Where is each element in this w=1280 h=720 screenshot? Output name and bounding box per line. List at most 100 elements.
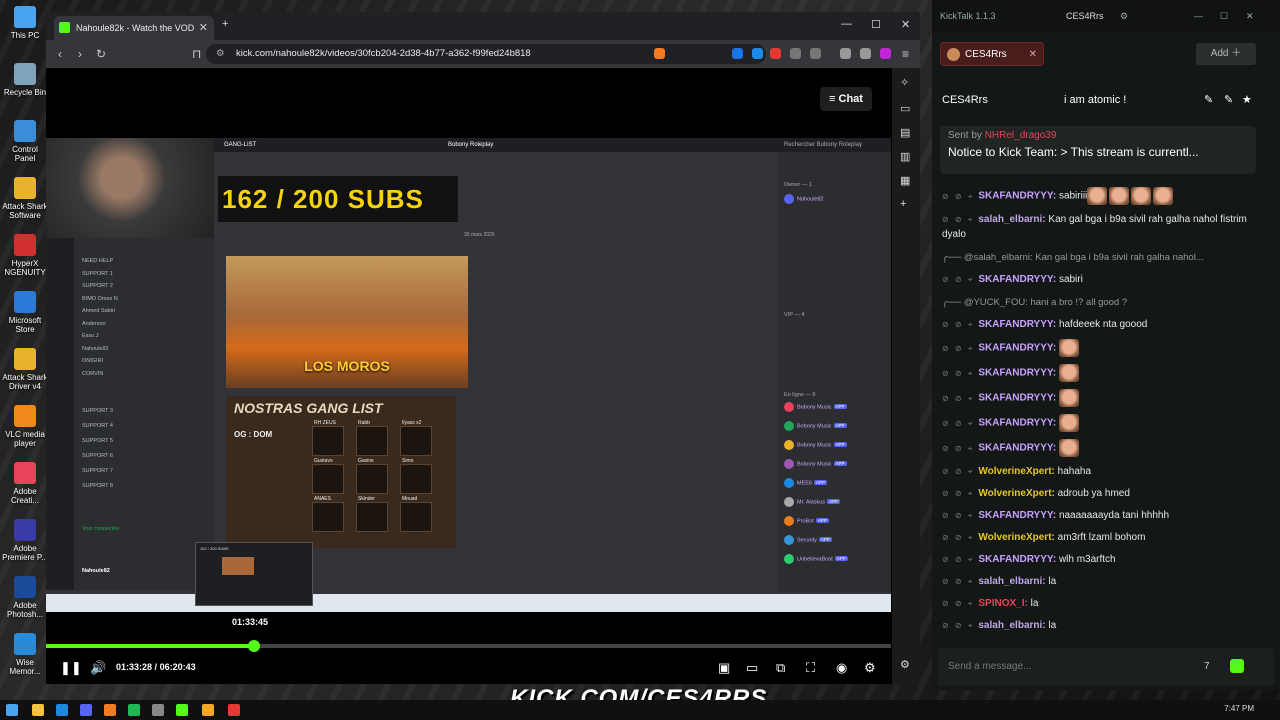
mod-actions-icon[interactable]: ⊘ ⊘ ⌖ — [942, 621, 974, 630]
puzzle-icon[interactable] — [790, 48, 801, 59]
fullscreen-icon[interactable]: ⛶ — [806, 660, 815, 676]
chat-username[interactable]: salah_elbarni: — [978, 576, 1045, 587]
progress-bar[interactable] — [46, 640, 891, 652]
desktop-icon[interactable]: HyperX NGENUITY — [2, 234, 48, 277]
mod-actions-icon[interactable]: ⊘ ⊘ ⌖ — [942, 577, 974, 586]
chat-username[interactable]: WolverineXpert: — [978, 466, 1055, 477]
chat-username[interactable]: SKAFANDRYYY: — [978, 510, 1056, 521]
message-input[interactable]: Send a message... 7 — [938, 648, 1274, 686]
media-icon[interactable] — [840, 48, 851, 59]
site-info-icon[interactable]: ⚙ — [216, 44, 225, 64]
profile-icon[interactable] — [880, 48, 891, 59]
video-player[interactable]: GANG-LIST Bobony Roleplay Rechercher Bob… — [46, 138, 891, 612]
mod-actions-icon[interactable]: ⊘ ⊘ ⌖ — [942, 511, 974, 520]
close-button[interactable]: ✕ — [1246, 0, 1254, 32]
app-icon[interactable] — [202, 704, 214, 716]
mod-actions-icon[interactable]: ⊘ ⊘ ⌖ — [942, 320, 974, 329]
channel-tab[interactable]: CES4Rrs ✕ — [940, 42, 1044, 66]
history-icon[interactable]: ▦ — [900, 174, 910, 187]
extension-icon[interactable] — [752, 48, 763, 59]
mod-actions-icon[interactable]: ⊘ ⊘ ⌖ — [942, 419, 974, 428]
spotify-icon[interactable] — [128, 704, 140, 716]
pinned-notice[interactable]: Sent by NHRel_drago39 Notice to Kick Tea… — [940, 126, 1256, 174]
chat-username[interactable]: SKAFANDRYYY: — [978, 554, 1056, 565]
desktop-icon[interactable]: VLC media player — [2, 405, 48, 448]
mod-actions-icon[interactable]: ⊘ ⊘ ⌖ — [942, 533, 974, 542]
back-icon[interactable]: ‹ — [58, 47, 62, 61]
kick-emote-icon[interactable] — [1230, 659, 1244, 673]
close-window-button[interactable]: ✕ — [901, 18, 910, 31]
chat-username[interactable]: salah_elbarni: — [978, 620, 1045, 631]
desktop-icon[interactable]: Adobe Premiere P... — [2, 519, 48, 562]
chat-username[interactable]: SKAFANDRYYY: — [978, 418, 1056, 429]
start-icon[interactable] — [6, 704, 18, 716]
chat-username[interactable]: SKAFANDRYYY: — [978, 319, 1056, 330]
chat-username[interactable]: SKAFANDRYYY: — [978, 393, 1056, 404]
leo-ai-icon[interactable]: ✧ — [900, 76, 909, 89]
desktop-icon[interactable]: This PC — [2, 6, 48, 40]
desktop-icon[interactable]: Adobe Photosh... — [2, 576, 48, 619]
leo-icon[interactable] — [860, 48, 871, 59]
url-field[interactable]: ⚙ kick.com/nahoule82k/videos/30fcb204-2d… — [206, 44, 766, 64]
progress-handle[interactable] — [247, 640, 260, 652]
app-icon[interactable] — [56, 704, 68, 716]
desktop-icon[interactable]: Control Panel — [2, 120, 48, 163]
pin-icon[interactable]: ✎ — [1224, 86, 1233, 114]
pinned-icon[interactable]: ★ — [1242, 86, 1252, 114]
obs-icon[interactable] — [152, 704, 164, 716]
mod-actions-icon[interactable]: ⊘ ⊘ ⌖ — [942, 489, 974, 498]
brave-icon[interactable] — [104, 704, 116, 716]
mod-actions-icon[interactable]: ⊘ ⊘ ⌖ — [942, 344, 974, 353]
browser-tab[interactable]: Nahoule82k - Watch the VOD ✕ — [54, 16, 214, 40]
mod-actions-icon[interactable]: ⊘ ⊘ ⌖ — [942, 444, 974, 453]
speed-icon[interactable]: ◉ — [836, 660, 847, 676]
bookmark-icon[interactable]: ⊓ — [192, 47, 201, 61]
bookmarks-icon[interactable]: ▥ — [900, 150, 910, 163]
mod-actions-icon[interactable]: ⊘ ⊘ ⌖ — [942, 215, 974, 224]
desktop-icon[interactable]: Attack Shark Software — [2, 177, 48, 220]
pin-icon[interactable]: ✎ — [1204, 86, 1213, 114]
mod-actions-icon[interactable]: ⊘ ⊘ ⌖ — [942, 394, 974, 403]
chat-username[interactable]: SPINOX_I: — [978, 598, 1027, 609]
volume-icon[interactable]: 🔊 — [90, 660, 106, 676]
sidebar-icon[interactable] — [810, 48, 821, 59]
settings-icon[interactable]: ⚙ — [1120, 0, 1128, 32]
wallet-icon[interactable]: ▤ — [900, 126, 910, 139]
chat-username[interactable]: WolverineXpert: — [978, 532, 1055, 543]
mod-actions-icon[interactable]: ⊘ ⊘ ⌖ — [942, 555, 974, 564]
add-channel-button[interactable]: Add ＋ — [1196, 43, 1256, 65]
chat-username[interactable]: SKAFANDRYYY: — [978, 191, 1056, 202]
sidebar-settings-icon[interactable]: ⚙ — [900, 658, 910, 671]
theater-icon[interactable]: ▭ — [746, 660, 758, 676]
extension-icon[interactable] — [770, 48, 781, 59]
desktop-icon[interactable]: Microsoft Store — [2, 291, 48, 334]
mod-actions-icon[interactable]: ⊘ ⊘ ⌖ — [942, 275, 974, 284]
settings-gear-icon[interactable]: ⚙ — [864, 660, 876, 676]
new-tab-button[interactable]: + — [222, 18, 228, 30]
extension-icon[interactable] — [732, 48, 743, 59]
chat-username[interactable]: SKAFANDRYYY: — [978, 274, 1056, 285]
forward-icon[interactable]: › — [78, 47, 82, 61]
menu-icon[interactable]: ≡ — [902, 47, 909, 61]
desktop-icon[interactable]: Attack Shark Driver v4 — [2, 348, 48, 391]
chat-username[interactable]: SKAFANDRYYY: — [978, 443, 1056, 454]
mod-actions-icon[interactable]: ⊘ ⊘ ⌖ — [942, 467, 974, 476]
chat-username[interactable]: salah_elbarni: — [978, 214, 1045, 225]
brave-shield-icon[interactable] — [654, 48, 665, 59]
kick-icon[interactable] — [176, 704, 188, 716]
chat-toggle-button[interactable]: ≡ Chat — [820, 87, 872, 111]
discord-icon[interactable] — [80, 704, 92, 716]
mod-actions-icon[interactable]: ⊘ ⊘ ⌖ — [942, 599, 974, 608]
mod-actions-icon[interactable]: ⊘ ⊘ ⌖ — [942, 192, 974, 201]
pip-icon[interactable]: ⧉ — [776, 660, 785, 676]
reload-icon[interactable]: ↻ — [96, 47, 106, 61]
desktop-icon[interactable]: Recycle Bin — [2, 63, 48, 97]
desktop-icon[interactable]: Wise Memor... — [2, 633, 48, 676]
minimize-button[interactable]: — — [841, 18, 852, 30]
app-icon[interactable] — [228, 704, 240, 716]
minimize-button[interactable]: — — [1194, 0, 1203, 32]
reading-list-icon[interactable]: ▭ — [900, 102, 910, 115]
chat-username[interactable]: SKAFANDRYYY: — [978, 368, 1056, 379]
7tv-icon[interactable]: 7 — [1204, 648, 1210, 686]
tab-close-icon[interactable]: ✕ — [1029, 43, 1037, 67]
